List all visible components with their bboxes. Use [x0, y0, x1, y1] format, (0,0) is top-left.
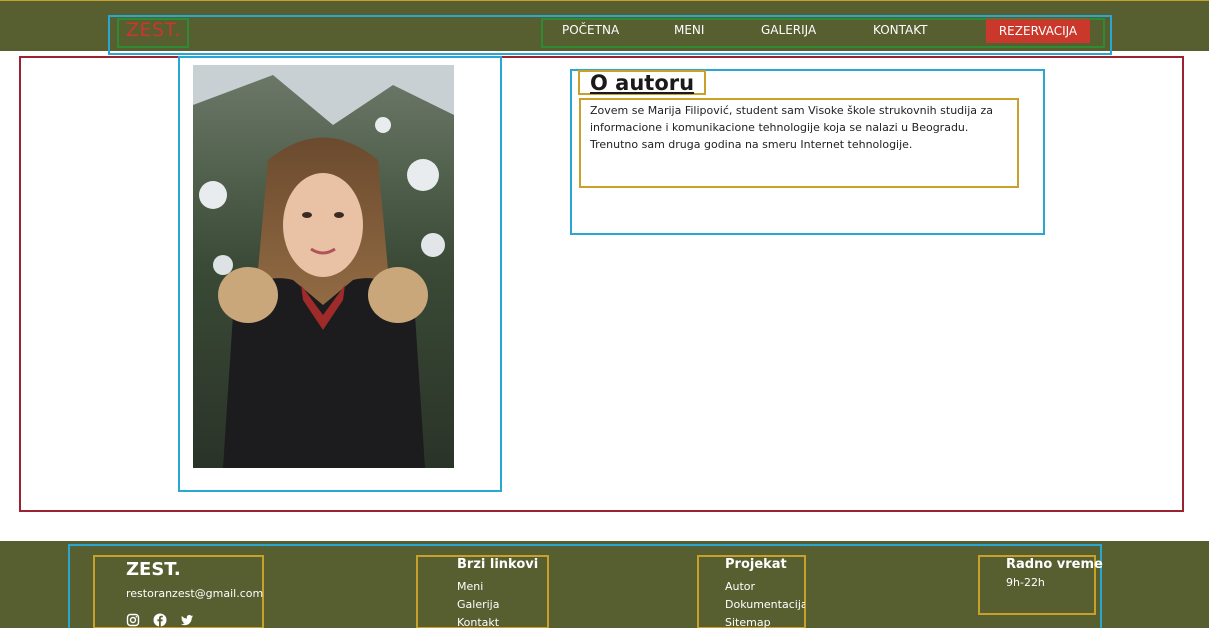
project-heading: Projekat [725, 557, 787, 572]
footer-link-meni[interactable]: Meni [457, 580, 483, 593]
hours-value: 9h-22h [1006, 576, 1045, 589]
twitter-icon[interactable] [180, 612, 194, 626]
page-title: O autoru [590, 71, 695, 95]
footer-link-kontakt[interactable]: Kontakt [457, 616, 499, 628]
reservation-button[interactable]: REZERVACIJA [986, 19, 1090, 43]
instagram-icon[interactable] [126, 612, 140, 627]
nav-item-pocetna[interactable]: POČETNA [562, 23, 619, 37]
nav-item-meni[interactable]: MENI [674, 23, 704, 37]
author-bio: Zovem se Marija Filipović, student sam V… [590, 104, 994, 151]
site-logo[interactable]: ZEST. [126, 19, 181, 41]
quick-links-heading: Brzi linkovi [457, 557, 539, 572]
footer-link-autor[interactable]: Autor [725, 580, 755, 593]
footer-link-sitemap[interactable]: Sitemap [725, 616, 771, 628]
facebook-icon[interactable] [153, 612, 167, 627]
footer-email[interactable]: restoranzest@gmail.com [126, 587, 263, 600]
footer-link-galerija[interactable]: Galerija [457, 598, 499, 611]
nav-item-galerija[interactable]: GALERIJA [761, 23, 816, 37]
footer-link-dokumentacija[interactable]: Dokumentacija [725, 598, 805, 611]
hours-heading: Radno vreme [1006, 557, 1103, 572]
footer-logo[interactable]: ZEST. [126, 559, 181, 580]
author-photo [193, 65, 454, 468]
nav-item-kontakt[interactable]: KONTAKT [873, 23, 928, 37]
